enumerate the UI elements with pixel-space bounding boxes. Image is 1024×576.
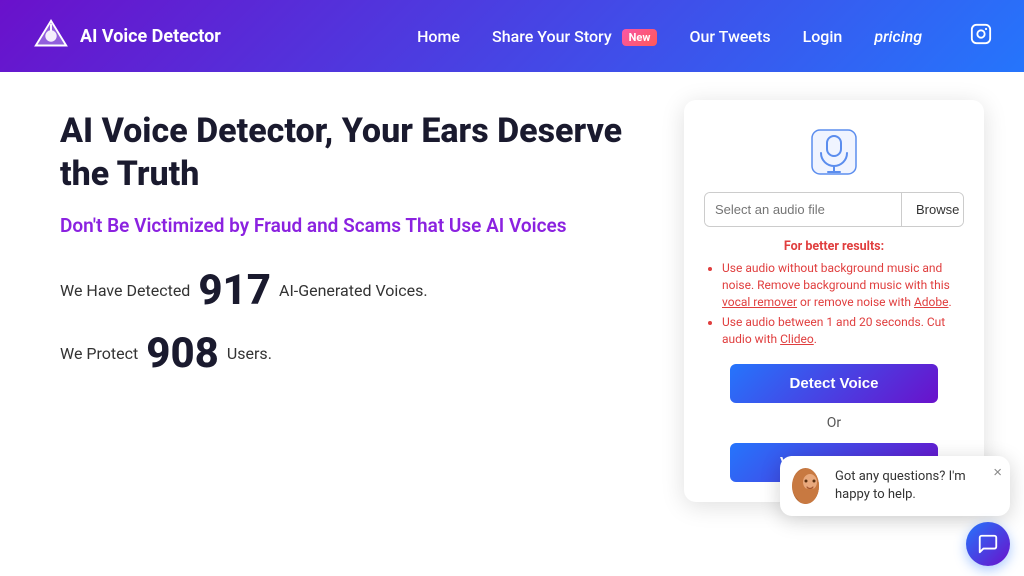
vocal-remover-link[interactable]: vocal remover	[722, 295, 797, 309]
protect-count: 908	[146, 329, 219, 378]
tips-title: For better results:	[704, 239, 964, 254]
instagram-icon[interactable]	[970, 23, 992, 50]
chat-widget: × Got any questions? I'm happy to help.	[780, 456, 1010, 516]
nav-our-tweets[interactable]: Our Tweets	[689, 27, 770, 46]
new-badge: New	[622, 29, 658, 46]
or-text: Or	[827, 415, 841, 431]
hero-subtitle: Don't Be Victimized by Fraud and Scams T…	[60, 213, 664, 240]
nav-pricing[interactable]: pricing	[874, 27, 922, 46]
brand-label: AI Voice Detector	[80, 26, 221, 47]
logo-icon	[32, 17, 70, 55]
file-select-row: Browse	[704, 192, 964, 227]
chat-bubble-button[interactable]	[966, 522, 1010, 566]
tips-section: For better results: Use audio without ba…	[704, 239, 964, 352]
chat-message: Got any questions? I'm happy to help.	[835, 468, 996, 504]
nav-links: Home Share Your Story New Our Tweets Log…	[417, 23, 992, 50]
file-input[interactable]	[705, 193, 901, 226]
browse-button[interactable]: Browse	[901, 193, 964, 226]
brand: AI Voice Detector	[32, 17, 221, 55]
left-section: AI Voice Detector, Your Ears Deserve the…	[60, 100, 664, 392]
detected-stat: We Have Detected 917 AI-Generated Voices…	[60, 266, 664, 315]
chat-body: Got any questions? I'm happy to help.	[792, 468, 996, 504]
chat-bubble-icon	[977, 533, 999, 555]
detected-label: We Have Detected	[60, 281, 190, 300]
hero-title: AI Voice Detector, Your Ears Deserve the…	[60, 110, 664, 195]
tips-list: Use audio without background music and n…	[704, 260, 964, 348]
chat-avatar	[792, 468, 819, 504]
upload-card: Browse For better results: Use audio wit…	[684, 100, 984, 502]
tip-2: Use audio between 1 and 20 seconds. Cut …	[722, 314, 964, 348]
protect-stat: We Protect 908 Users.	[60, 329, 664, 378]
detected-suffix: AI-Generated Voices.	[279, 281, 428, 300]
detect-button[interactable]: Detect Voice	[730, 364, 938, 403]
protect-label: We Protect	[60, 344, 138, 363]
nav-home[interactable]: Home	[417, 27, 460, 46]
detected-count: 917	[198, 266, 271, 315]
clideo-link[interactable]: Clideo	[780, 332, 814, 346]
nav-login[interactable]: Login	[803, 27, 843, 46]
tip-1: Use audio without background music and n…	[722, 260, 964, 310]
chat-close-button[interactable]: ×	[993, 464, 1002, 481]
mic-icon	[806, 124, 862, 180]
adobe-link[interactable]: Adobe	[914, 295, 949, 309]
protect-suffix: Users.	[227, 344, 272, 363]
navbar: AI Voice Detector Home Share Your Story …	[0, 0, 1024, 72]
nav-share-story[interactable]: Share Your Story New	[492, 27, 657, 46]
